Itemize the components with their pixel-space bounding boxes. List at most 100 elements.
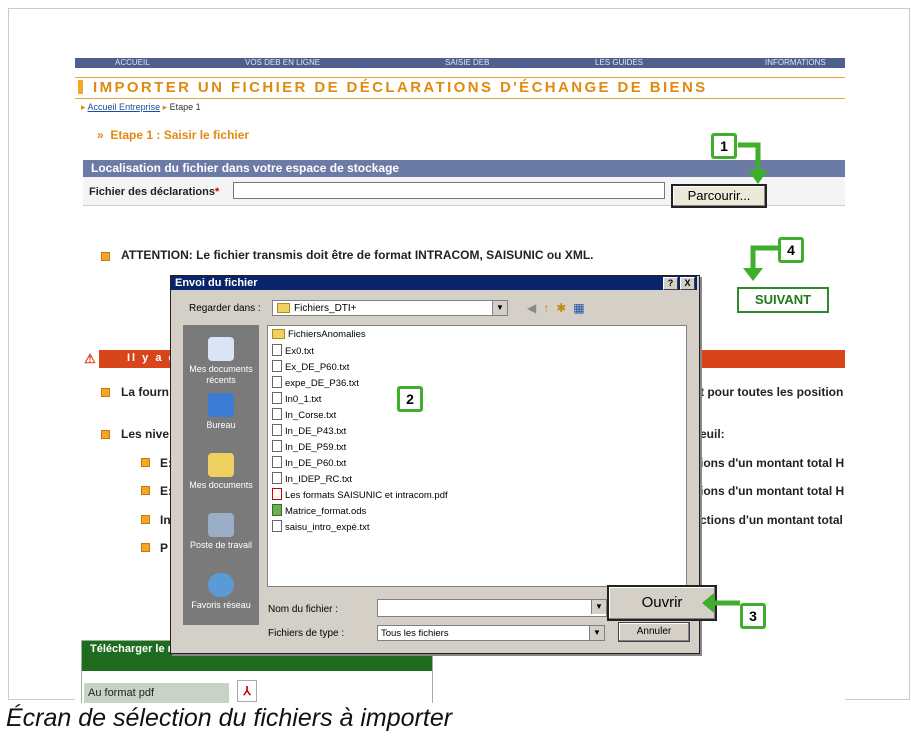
- close-button[interactable]: X: [680, 277, 695, 290]
- breadcrumb: ▸ Accueil Entreprise ▸ Etape 1: [81, 102, 201, 113]
- text-file-icon: [272, 456, 282, 468]
- place-my-computer[interactable]: Poste de travail: [183, 513, 259, 551]
- bullet-icon: [141, 458, 150, 467]
- dialog-title: Envoi du fichier: [171, 276, 697, 290]
- breadcrumb-current: Etape 1: [169, 102, 201, 112]
- filename-input[interactable]: ▼: [377, 599, 607, 617]
- file-name: Ex0.txt: [285, 346, 315, 357]
- up-folder-icon[interactable]: ↑: [543, 301, 549, 315]
- bullet-icon: [141, 543, 150, 552]
- step-heading-text: Etape 1 : Saisir le fichier: [110, 128, 250, 142]
- recent-documents-icon: [208, 337, 234, 361]
- next-button[interactable]: SUIVANT: [737, 287, 829, 313]
- file-name: In_IDEP_RC.txt: [285, 474, 353, 485]
- list-item[interactable]: In_DE_P60.txt: [272, 456, 346, 470]
- list-item[interactable]: Ex_DE_P60.txt: [272, 360, 349, 374]
- file-field-label-text: Fichier des déclarations: [89, 186, 215, 198]
- callout-arrow-4: [743, 245, 779, 281]
- folder-icon: [272, 329, 285, 339]
- callout-arrow-3: [702, 593, 740, 613]
- nav-item[interactable]: SAISIE DEB: [445, 58, 489, 67]
- filetype-dropdown[interactable]: Tous les fichiers ▼: [377, 625, 605, 641]
- my-documents-icon: [208, 453, 234, 477]
- breadcrumb-arrow-icon: ▸: [81, 102, 86, 112]
- bullet-icon: [141, 486, 150, 495]
- text-file-icon: [272, 440, 282, 452]
- list-item[interactable]: In0_1.txt: [272, 392, 321, 406]
- text-file-icon: [272, 472, 282, 484]
- content-line: La fourn: [121, 385, 169, 399]
- list-item[interactable]: saisu_intro_expé.txt: [272, 520, 370, 534]
- file-name: saisu_intro_expé.txt: [285, 522, 370, 533]
- file-path-input[interactable]: [233, 182, 665, 199]
- top-navigation: ACCUEIL VOS DEB EN LIGNE SAISIE DEB LES …: [75, 58, 845, 68]
- nav-item[interactable]: LES GUIDES: [595, 58, 643, 67]
- file-name: In_DE_P59.txt: [285, 442, 347, 453]
- cancel-button[interactable]: Annuler: [618, 622, 690, 642]
- breadcrumb-link-home[interactable]: Accueil Entreprise: [88, 102, 161, 112]
- title-marker: [78, 80, 83, 94]
- file-name: In_Corse.txt: [285, 410, 337, 421]
- place-label: Mes documents: [189, 480, 253, 490]
- callout-3: 3: [740, 603, 766, 629]
- help-button[interactable]: ?: [663, 277, 678, 290]
- chevron-down-icon[interactable]: ▼: [589, 626, 604, 640]
- list-item[interactable]: expe_DE_P36.txt: [272, 376, 359, 390]
- warning-icon: ⚠: [81, 350, 99, 368]
- list-item[interactable]: Matrice_format.ods: [272, 504, 366, 518]
- step-heading: » Etape 1 : Saisir le fichier: [97, 128, 250, 142]
- view-menu-icon[interactable]: ▦: [573, 301, 584, 315]
- file-upload-dialog: Envoi du fichier ? X Regarder dans : Fic…: [170, 275, 717, 654]
- place-desktop[interactable]: Bureau: [183, 393, 259, 431]
- place-my-documents[interactable]: Mes documents: [183, 453, 259, 491]
- list-item[interactable]: FichiersAnomalies: [272, 328, 366, 341]
- list-item[interactable]: Ex0.txt: [272, 344, 314, 358]
- file-name: expe_DE_P36.txt: [285, 378, 359, 389]
- filetype-label: Fichiers de type :: [268, 628, 345, 639]
- pdf-icon[interactable]: ⅄: [237, 680, 257, 702]
- content-line: ctions d'un montant total: [700, 513, 843, 527]
- file-name: FichiersAnomalies: [288, 329, 366, 340]
- list-item[interactable]: In_DE_P59.txt: [272, 440, 346, 454]
- back-icon[interactable]: ◀: [527, 301, 536, 315]
- list-item[interactable]: In_IDEP_RC.txt: [272, 472, 352, 486]
- network-icon: [208, 573, 234, 597]
- content-line: euil:: [700, 427, 725, 441]
- my-computer-icon: [208, 513, 234, 537]
- spreadsheet-file-icon: [272, 504, 282, 516]
- content-line: t pour toutes les position: [700, 385, 844, 399]
- file-name: In_DE_P43.txt: [285, 426, 347, 437]
- attention-text: ATTENTION: Le fichier transmis doit être…: [121, 248, 594, 262]
- breadcrumb-arrow-icon: ▸: [162, 102, 168, 112]
- nav-item[interactable]: VOS DEB EN LIGNE: [245, 58, 320, 67]
- file-name: Matrice_format.ods: [285, 506, 367, 517]
- pdf-file-icon: [272, 488, 282, 500]
- bullet-icon: [101, 252, 110, 261]
- content-line: ions d'un montant total H: [700, 484, 845, 498]
- bullet-icon: [101, 388, 110, 397]
- chevron-down-icon[interactable]: ▼: [591, 600, 606, 614]
- look-in-value: Fichiers_DTI+: [294, 303, 357, 314]
- place-network[interactable]: Favoris réseau: [183, 573, 259, 611]
- figure-caption: Écran de sélection du fichiers à importe…: [6, 704, 453, 732]
- place-label: Favoris réseau: [191, 600, 251, 610]
- look-in-dropdown[interactable]: Fichiers_DTI+ ▼: [272, 300, 508, 316]
- nav-item[interactable]: ACCUEIL: [115, 58, 150, 67]
- new-folder-icon[interactable]: ✱: [556, 301, 566, 315]
- nav-item[interactable]: INFORMATIONS: [765, 58, 826, 67]
- content-line: P: [160, 541, 169, 555]
- text-file-icon: [272, 344, 282, 356]
- file-list: FichiersAnomalies Ex0.txt Ex_DE_P60.txt …: [267, 325, 687, 587]
- place-recent-documents[interactable]: Mes documents récents: [183, 337, 259, 386]
- file-name: Ex_DE_P60.txt: [285, 362, 350, 373]
- bullet-icon: [101, 430, 110, 439]
- place-label: Mes documents récents: [189, 364, 253, 385]
- list-item[interactable]: In_DE_P43.txt: [272, 424, 346, 438]
- list-item[interactable]: Les formats SAISUNIC et intracom.pdf: [272, 488, 448, 502]
- place-label: Poste de travail: [189, 540, 253, 550]
- chevron-down-icon[interactable]: ▼: [492, 301, 507, 315]
- manual-pdf-link[interactable]: Au format pdf: [84, 683, 229, 703]
- browse-button[interactable]: Parcourir...: [671, 184, 767, 208]
- text-file-icon: [272, 392, 282, 404]
- list-item[interactable]: In_Corse.txt: [272, 408, 336, 422]
